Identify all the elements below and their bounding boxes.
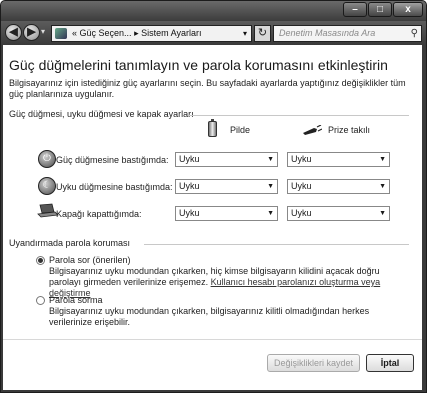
breadcrumb-overflow[interactable]: « <box>72 28 77 38</box>
section-header-power-buttons: Güç düğmesi, uyku düğmesi ve kapak ayarl… <box>9 109 194 119</box>
section-divider <box>144 244 409 245</box>
lid-close-plugged-select[interactable]: Uyku ▼ <box>287 206 390 221</box>
sleep-button-icon: ☾ <box>38 177 56 195</box>
minimize-button[interactable]: – <box>343 2 367 17</box>
page-description: Bilgisayarınız için istediğiniz güç ayar… <box>9 78 406 99</box>
save-changes-button[interactable]: Değişiklikleri kaydet <box>267 354 360 372</box>
column-header-battery: Pilde <box>230 125 251 135</box>
chevron-down-icon: ▼ <box>379 183 386 190</box>
cancel-button[interactable]: İptal <box>366 354 414 372</box>
section-header-password: Uyandırmada parola koruması <box>9 238 131 248</box>
control-panel-window: – □ x ◀ ▶ ▾ « Güç Seçen... ▸ Sistem Ayar… <box>0 0 427 393</box>
forward-button[interactable]: ▶ <box>23 24 40 41</box>
breadcrumb-item-power-options[interactable]: Güç Seçen... <box>80 28 132 38</box>
power-button-battery-select[interactable]: Uyku ▼ <box>175 152 278 167</box>
sleep-button-label: Uyku düğmesine bastığımda: <box>56 182 173 192</box>
chevron-down-icon: ▼ <box>379 156 386 163</box>
require-password-radio[interactable] <box>36 256 45 265</box>
control-panel-icon <box>55 28 67 39</box>
back-button[interactable]: ◀ <box>5 24 22 41</box>
battery-icon <box>208 119 217 137</box>
power-button-icon: ⏻ <box>38 150 56 168</box>
lid-close-battery-select[interactable]: Uyku ▼ <box>175 206 278 221</box>
refresh-button[interactable]: ↻ <box>254 25 271 42</box>
page-title: Güç düğmelerini tanımlayın ve parola kor… <box>9 57 388 73</box>
sleep-button-battery-select[interactable]: Uyku ▼ <box>175 179 278 194</box>
chevron-down-icon: ▼ <box>379 210 386 217</box>
chevron-down-icon: ▼ <box>267 183 274 190</box>
search-icon[interactable]: ⚲ <box>411 26 418 41</box>
require-password-description: Bilgisayarınız uyku modundan çıkarken, h… <box>49 266 381 298</box>
breadcrumb-separator[interactable]: ▸ <box>134 28 139 38</box>
maximize-button[interactable]: □ <box>368 2 392 17</box>
footer-divider <box>3 339 422 340</box>
search-placeholder: Denetim Masasında Ara <box>279 28 376 38</box>
sleep-button-plugged-select[interactable]: Uyku ▼ <box>287 179 390 194</box>
chevron-down-icon: ▼ <box>267 210 274 217</box>
require-password-label[interactable]: Parola sor (önerilen) <box>49 255 131 265</box>
lid-close-label: Kapağı kapattığımda: <box>56 209 142 219</box>
power-button-plugged-select[interactable]: Uyku ▼ <box>287 152 390 167</box>
column-header-plugged-in: Prize takılı <box>328 125 371 135</box>
close-button[interactable]: x <box>393 2 423 17</box>
navigation-bar: ◀ ▶ ▾ « Güç Seçen... ▸ Sistem Ayarları ▾… <box>1 21 426 45</box>
section-divider <box>189 115 409 116</box>
recent-pages-dropdown-icon[interactable]: ▾ <box>41 27 45 36</box>
main-content: Güç düğmelerini tanımlayın ve parola kor… <box>3 45 422 390</box>
plug-icon <box>303 125 322 135</box>
chevron-down-icon: ▼ <box>267 156 274 163</box>
search-input[interactable]: Denetim Masasında Ara ⚲ <box>273 25 422 42</box>
breadcrumb: « Güç Seçen... ▸ Sistem Ayarları <box>72 26 201 41</box>
power-button-label: Güç düğmesine bastığımda: <box>56 155 169 165</box>
breadcrumb-item-system-settings[interactable]: Sistem Ayarları <box>141 28 201 38</box>
address-bar[interactable]: « Güç Seçen... ▸ Sistem Ayarları ▾ <box>51 25 252 42</box>
no-password-label[interactable]: Parola sorma <box>49 295 103 305</box>
title-bar[interactable]: – □ x <box>1 1 426 21</box>
address-dropdown-icon[interactable]: ▾ <box>243 26 247 41</box>
no-password-description: Bilgisayarınız uyku modundan çıkarken, b… <box>49 306 370 327</box>
no-password-radio[interactable] <box>36 296 45 305</box>
